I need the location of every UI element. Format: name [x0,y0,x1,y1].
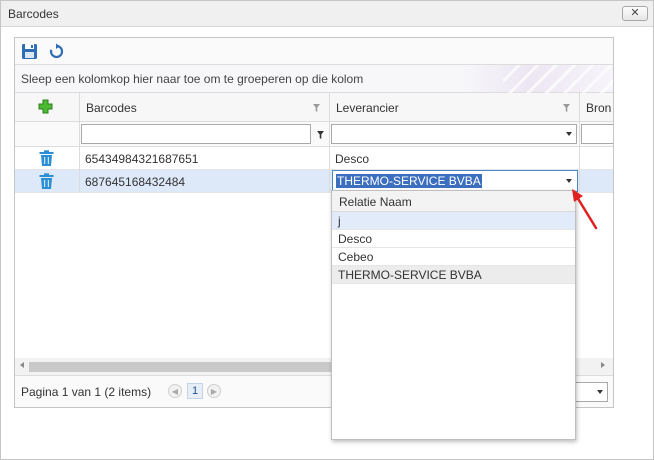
leverancier-cell: Desco [335,152,370,166]
dropdown-option-selected[interactable]: THERMO-SERVICE BVBA [332,266,575,284]
save-icon[interactable] [21,43,38,60]
column-header-leverancier[interactable]: Leverancier [329,93,579,122]
grid-toolbar [15,38,613,65]
bron-filter-input[interactable] [581,124,613,144]
filter-icon[interactable] [563,104,570,112]
next-icon: ▶ [210,386,218,396]
filter-row [15,122,613,147]
trash-icon[interactable] [39,173,54,189]
page-number: 1 [191,385,199,397]
page-number-button[interactable]: 1 [187,383,203,399]
pager-info: Pagina 1 van 1 (2 items) [21,385,152,399]
add-row-icon[interactable] [38,99,53,114]
barcodes-filter-input[interactable] [81,124,311,144]
filter-options-icon[interactable] [317,131,324,139]
chevron-down-icon [597,390,603,394]
group-panel-decoration [503,65,613,93]
leverancier-editor-combobox[interactable]: THERMO-SERVICE BVBA [332,170,578,192]
column-header-commands [15,93,79,122]
column-divider [579,93,580,192]
dropdown-option[interactable]: Desco [332,230,575,248]
dialog-title: Barcodes [8,7,59,21]
leverancier-filter-dropdown[interactable] [331,124,577,144]
barcode-cell: 687645168432484 [85,175,186,189]
dropdown-option-label: Cebeo [338,250,374,264]
barcodes-dialog: Barcodes ✕ Sleep een kolomkop hier naar … [0,0,654,460]
scroll-right-icon[interactable] [601,362,605,368]
annotation-arrow-icon [572,189,598,230]
column-label-leverancier: Leverancier [336,101,399,115]
chevron-down-icon [566,132,572,136]
barcode-cell: 65434984321687651 [85,152,199,166]
chevron-down-icon[interactable] [566,179,572,183]
refresh-icon[interactable] [48,43,65,60]
table-row[interactable]: 65434984321687651 Desco [15,147,613,170]
column-header-barcodes[interactable]: Barcodes [79,93,329,122]
prev-icon: ◀ [171,386,179,396]
next-page-button[interactable]: ▶ [207,384,221,398]
column-header-row: Barcodes Leverancier Bron [15,93,613,122]
dropdown-header: Relatie Naam [332,191,575,212]
leverancier-dropdown-list: Relatie Naam j Desco Cebeo THERMO-SERVIC… [331,190,576,440]
page-size-dropdown[interactable] [574,382,608,402]
dropdown-option-label: j [338,214,341,228]
group-panel-text: Sleep een kolomkop hier naar toe om te g… [21,72,364,86]
column-label-bron: Bron [586,101,612,115]
column-divider [79,93,80,192]
close-button[interactable]: ✕ [622,6,648,21]
dropdown-option[interactable]: Cebeo [332,248,575,266]
group-panel[interactable]: Sleep een kolomkop hier naar toe om te g… [15,65,613,93]
scrollbar-thumb[interactable] [29,362,331,372]
filter-icon[interactable] [313,104,320,112]
dropdown-header-label: Relatie Naam [339,195,412,209]
trash-icon[interactable] [39,150,54,166]
column-label-barcodes: Barcodes [86,101,137,115]
close-icon: ✕ [630,7,640,19]
dropdown-option-label: Desco [338,232,373,246]
column-header-bron[interactable]: Bron [579,93,613,122]
dropdown-option-label: THERMO-SERVICE BVBA [338,268,482,282]
scroll-left-icon[interactable] [20,362,24,368]
dropdown-option[interactable]: j [332,212,575,230]
prev-page-button[interactable]: ◀ [168,384,182,398]
title-bar[interactable]: Barcodes ✕ [1,1,653,27]
leverancier-editor-value[interactable]: THERMO-SERVICE BVBA [336,174,482,188]
column-divider [329,93,330,192]
